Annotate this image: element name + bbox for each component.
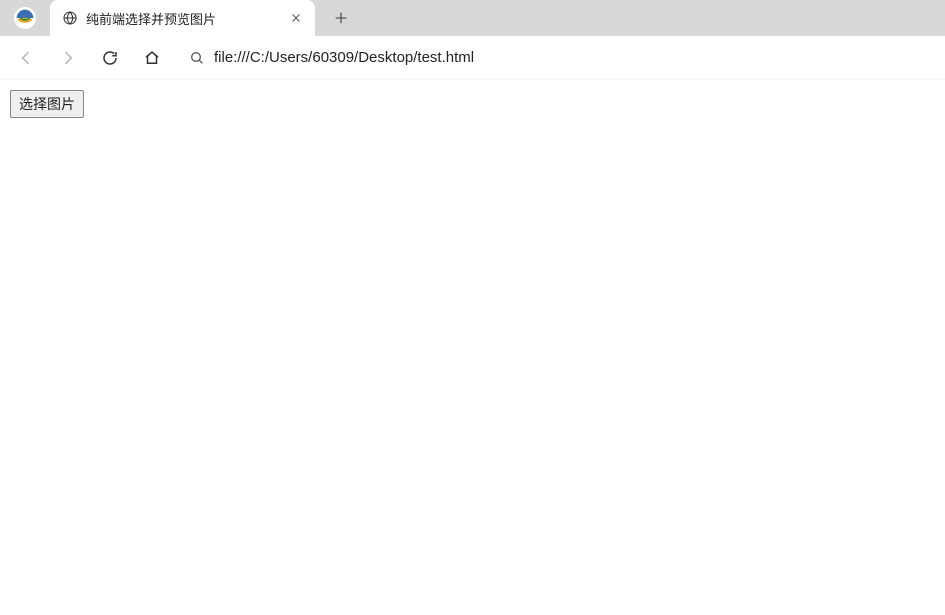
tab-strip: 纯前端选择并预览图片 [0,0,945,36]
back-button[interactable] [12,44,40,72]
select-image-button[interactable]: 选择图片 [10,90,84,118]
close-icon[interactable] [287,9,305,27]
url-text: file:///C:/Users/60309/Desktop/test.html [214,49,474,66]
tab-active[interactable]: 纯前端选择并预览图片 [50,0,315,36]
reload-button[interactable] [96,44,124,72]
tab-title: 纯前端选择并预览图片 [86,9,279,28]
forward-button[interactable] [54,44,82,72]
home-button[interactable] [138,44,166,72]
toolbar: file:///C:/Users/60309/Desktop/test.html [0,36,945,80]
address-bar[interactable]: file:///C:/Users/60309/Desktop/test.html [180,42,933,74]
page-content: 选择图片 [0,80,945,128]
new-tab-button[interactable] [325,2,357,34]
globe-icon [62,10,78,26]
browser-logo-icon [14,7,36,29]
search-icon [188,49,206,67]
